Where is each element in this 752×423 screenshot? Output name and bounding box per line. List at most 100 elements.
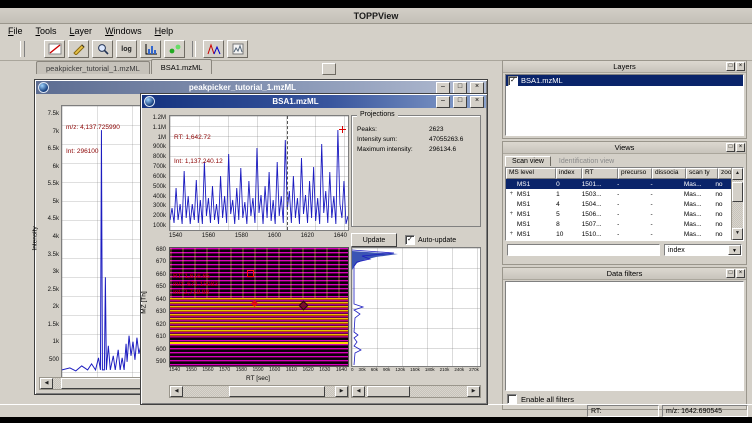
- table-row[interactable]: + MS1 5 1506... - - Mas... no: [506, 209, 732, 219]
- search-input[interactable]: [507, 244, 660, 256]
- menu-item[interactable]: Windows: [105, 26, 142, 36]
- axis-tick: 120k: [395, 367, 405, 372]
- cell-rt: 1510...: [581, 231, 616, 238]
- cell-dissociation: -: [649, 191, 682, 198]
- scroll-left-icon[interactable]: ◀: [40, 378, 53, 389]
- close-icon[interactable]: ×: [470, 82, 484, 94]
- msms-view-icon[interactable]: [203, 40, 224, 58]
- layer-list-item[interactable]: ✓ BSA1.mzML: [506, 75, 743, 86]
- table-row[interactable]: + MS1 1 1503... - - Mas... no: [506, 189, 732, 199]
- tree-expander-icon[interactable]: +: [506, 191, 516, 197]
- auto-update-label: Auto-update: [418, 237, 456, 244]
- menu-item[interactable]: Layer: [70, 26, 93, 36]
- document-tab[interactable]: BSA1.mzML: [151, 59, 213, 74]
- views-tab[interactable]: Scan view: [505, 156, 551, 166]
- combobox-value: index: [668, 247, 685, 254]
- column-header[interactable]: MS level: [506, 168, 556, 179]
- filters-list[interactable]: [505, 281, 744, 391]
- table-vertical-scrollbar[interactable]: ▲ ▼: [731, 168, 743, 240]
- scroll-right-icon[interactable]: ▶: [335, 386, 348, 397]
- scrollbar-thumb[interactable]: [229, 386, 325, 397]
- axis-tick: 590: [156, 359, 166, 365]
- cell-index: 10: [555, 231, 581, 238]
- zoom-reset-icon[interactable]: [44, 40, 65, 58]
- projection-horizontal-scrollbar[interactable]: ◀ ▶: [351, 385, 481, 398]
- window-title: TOPPView: [354, 11, 399, 21]
- table-row[interactable]: + MS1 10 1510... - - Mas... no: [506, 229, 732, 239]
- minimize-icon[interactable]: –: [436, 96, 450, 108]
- scrollbar-track[interactable]: [183, 386, 335, 397]
- search-column-combobox[interactable]: index ▼: [664, 244, 742, 256]
- tree-expander-icon[interactable]: +: [506, 231, 516, 237]
- axis-tick: 3k: [53, 269, 59, 275]
- column-header[interactable]: scan ty: [686, 168, 718, 179]
- bsa1-titlebar[interactable]: BSA1.mzML – □ ×: [142, 95, 486, 108]
- scroll-left-icon[interactable]: ◀: [170, 386, 183, 397]
- spectrum-doc-icon[interactable]: [227, 40, 248, 58]
- scroll-left-icon[interactable]: ◀: [352, 386, 365, 397]
- table-row[interactable]: MS1 8 1507... - - Mas... no: [506, 219, 732, 229]
- heatmap-band: [170, 298, 348, 338]
- scroll-down-icon[interactable]: ▼: [732, 228, 743, 240]
- menu-item[interactable]: Help: [155, 26, 174, 36]
- table-row[interactable]: MS1 0 1501... - - Mas... no: [506, 179, 732, 189]
- float-panel-icon[interactable]: □: [726, 143, 735, 152]
- chromatogram-plot[interactable]: RT: 1,642.72 Int: 1,137,240.12: [169, 115, 349, 231]
- auto-update-control: ✓ Auto-update: [405, 235, 456, 245]
- axis-tick: 6.5k: [48, 146, 59, 152]
- menu-item[interactable]: File: [8, 26, 23, 36]
- cell-ms-level: MS1: [516, 211, 555, 218]
- filters-panel-header[interactable]: Data filters □ ×: [503, 268, 746, 280]
- views-tab[interactable]: Identification view: [553, 157, 620, 166]
- layers-list: ✓ BSA1.mzML: [505, 74, 744, 136]
- scroll-right-icon[interactable]: ▶: [467, 386, 480, 397]
- close-panel-icon[interactable]: ×: [736, 143, 745, 152]
- stat-value: 296134.6: [429, 146, 477, 153]
- zoom-tool-icon[interactable]: [92, 40, 113, 58]
- cell-zoom: no: [714, 211, 732, 218]
- peak-picker-icon[interactable]: [164, 40, 185, 58]
- table-row[interactable]: MS1 4 1504... - - Mas... no: [506, 199, 732, 209]
- minimize-icon[interactable]: –: [436, 82, 450, 94]
- column-header[interactable]: RT: [582, 168, 618, 179]
- heatmap-horizontal-scrollbar[interactable]: ◀ ▶: [169, 385, 349, 398]
- log-scale-icon[interactable]: log: [116, 40, 137, 58]
- auto-update-checkbox[interactable]: ✓: [405, 235, 415, 245]
- toolbar-handle[interactable]: [20, 41, 25, 57]
- tree-expander-icon[interactable]: +: [506, 211, 516, 217]
- float-panel-icon[interactable]: □: [726, 62, 735, 71]
- cell-precursor: -: [616, 221, 649, 228]
- cursor-readout: RT: 1,616.65m/z: 671.15083Int: 2,719.98: [173, 249, 218, 297]
- cell-zoom: no: [714, 221, 732, 228]
- scrollbar-thumb[interactable]: [367, 386, 410, 397]
- maximize-icon[interactable]: □: [453, 96, 467, 108]
- enable-filters-checkbox[interactable]: [507, 394, 517, 404]
- column-header[interactable]: precurso: [618, 168, 652, 179]
- measure-tool-icon[interactable]: [68, 40, 89, 58]
- column-header[interactable]: index: [556, 168, 582, 179]
- update-button[interactable]: Update: [351, 233, 397, 247]
- menu-item[interactable]: Tools: [36, 26, 57, 36]
- close-panel-icon[interactable]: ×: [736, 62, 745, 71]
- views-panel-header[interactable]: Views □ ×: [503, 142, 746, 154]
- window-titlebar[interactable]: TOPPView: [0, 8, 752, 24]
- tab-overflow-button[interactable]: [322, 63, 336, 75]
- close-panel-icon[interactable]: ×: [736, 269, 745, 278]
- scrollbar-track[interactable]: [365, 386, 467, 397]
- grid-axes-icon[interactable]: [140, 40, 161, 58]
- layers-panel-header[interactable]: Layers □ ×: [503, 61, 746, 73]
- layer-visibility-checkbox[interactable]: ✓: [508, 76, 518, 86]
- chevron-down-icon[interactable]: ▼: [728, 245, 741, 255]
- scrollbar-thumb[interactable]: [732, 182, 743, 202]
- layers-panel: Layers □ × ✓ BSA1.mzML: [502, 60, 747, 139]
- float-panel-icon[interactable]: □: [726, 269, 735, 278]
- scroll-up-icon[interactable]: ▲: [732, 168, 743, 180]
- toolbar-separator: [192, 41, 196, 57]
- cell-precursor: -: [616, 181, 649, 188]
- document-tab[interactable]: peakpicker_tutorial_1.mzML: [36, 61, 150, 74]
- column-header[interactable]: dissocia: [652, 168, 686, 179]
- maximize-icon[interactable]: □: [453, 82, 467, 94]
- close-icon[interactable]: ×: [470, 96, 484, 108]
- scrollbar-track[interactable]: [732, 180, 743, 228]
- mz-projection-plot[interactable]: [351, 247, 481, 367]
